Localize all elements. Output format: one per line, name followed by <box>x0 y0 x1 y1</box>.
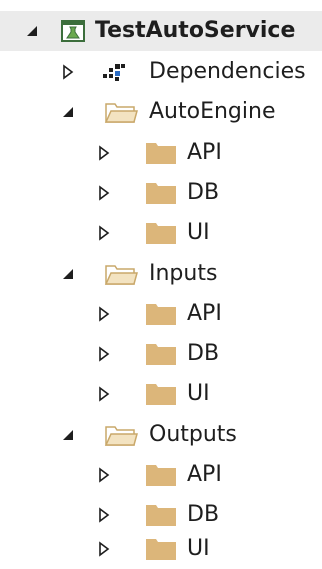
folder-label: DB <box>187 341 220 366</box>
tree-node-folder-db[interactable]: DB <box>0 173 322 213</box>
folder-icon <box>146 384 176 405</box>
folder-label: DB <box>187 180 220 205</box>
folder-label: UI <box>187 220 210 245</box>
tree-node-project-root[interactable]: TestAutoService <box>0 11 322 51</box>
tree-node-dependencies[interactable]: Dependencies <box>0 52 322 92</box>
folder-open-icon <box>104 265 138 285</box>
tree-node-folder-api[interactable]: API <box>0 455 322 495</box>
tree-node-folder-autoengine[interactable]: AutoEngine <box>0 92 322 132</box>
tree-node-folder-ui[interactable]: UI <box>0 213 322 253</box>
tree-node-folder-ui[interactable]: UI <box>0 374 322 414</box>
folder-label: API <box>187 462 222 487</box>
folder-icon <box>146 223 176 244</box>
folder-label: UI <box>187 381 210 406</box>
expanded-arrow-icon[interactable] <box>24 23 40 39</box>
tree-node-folder-api[interactable]: API <box>0 294 322 334</box>
folder-label: DB <box>187 502 220 527</box>
expanded-arrow-icon[interactable] <box>60 266 76 282</box>
test-project-icon <box>61 20 85 42</box>
folder-icon <box>146 505 176 526</box>
tree-node-folder-outputs[interactable]: Outputs <box>0 415 322 455</box>
folder-label: Inputs <box>149 261 218 286</box>
collapsed-arrow-icon[interactable] <box>96 467 112 483</box>
tree-node-folder-db[interactable]: DB <box>0 334 322 374</box>
folder-open-icon <box>104 103 138 123</box>
folder-label: API <box>187 140 222 165</box>
folder-icon <box>146 183 176 204</box>
folder-label: Outputs <box>149 422 237 447</box>
collapsed-arrow-icon[interactable] <box>96 386 112 402</box>
collapsed-arrow-icon[interactable] <box>96 185 112 201</box>
folder-icon <box>146 143 176 164</box>
collapsed-arrow-icon[interactable] <box>96 145 112 161</box>
folder-label: AutoEngine <box>149 99 276 124</box>
collapsed-arrow-icon[interactable] <box>60 64 76 80</box>
dependencies-label: Dependencies <box>149 59 306 84</box>
expanded-arrow-icon[interactable] <box>60 427 76 443</box>
collapsed-arrow-icon[interactable] <box>96 225 112 241</box>
tree-node-folder-inputs[interactable]: Inputs <box>0 254 322 294</box>
collapsed-arrow-icon[interactable] <box>96 306 112 322</box>
collapsed-arrow-icon[interactable] <box>96 507 112 523</box>
tree-node-folder-ui[interactable]: UI <box>0 529 322 569</box>
solution-explorer-tree: TestAutoService Dependencies AutoEngine <box>0 0 322 569</box>
folder-open-icon <box>104 426 138 446</box>
folder-label: API <box>187 301 222 326</box>
tree-node-folder-api[interactable]: API <box>0 133 322 173</box>
folder-label: UI <box>187 536 210 561</box>
collapsed-arrow-icon[interactable] <box>96 346 112 362</box>
dependencies-icon <box>103 64 125 81</box>
folder-icon <box>146 304 176 325</box>
folder-icon <box>146 344 176 365</box>
folder-icon <box>146 465 176 486</box>
collapsed-arrow-icon[interactable] <box>96 541 112 557</box>
expanded-arrow-icon[interactable] <box>60 104 76 120</box>
project-root-label: TestAutoService <box>95 18 296 43</box>
folder-icon <box>146 539 176 560</box>
